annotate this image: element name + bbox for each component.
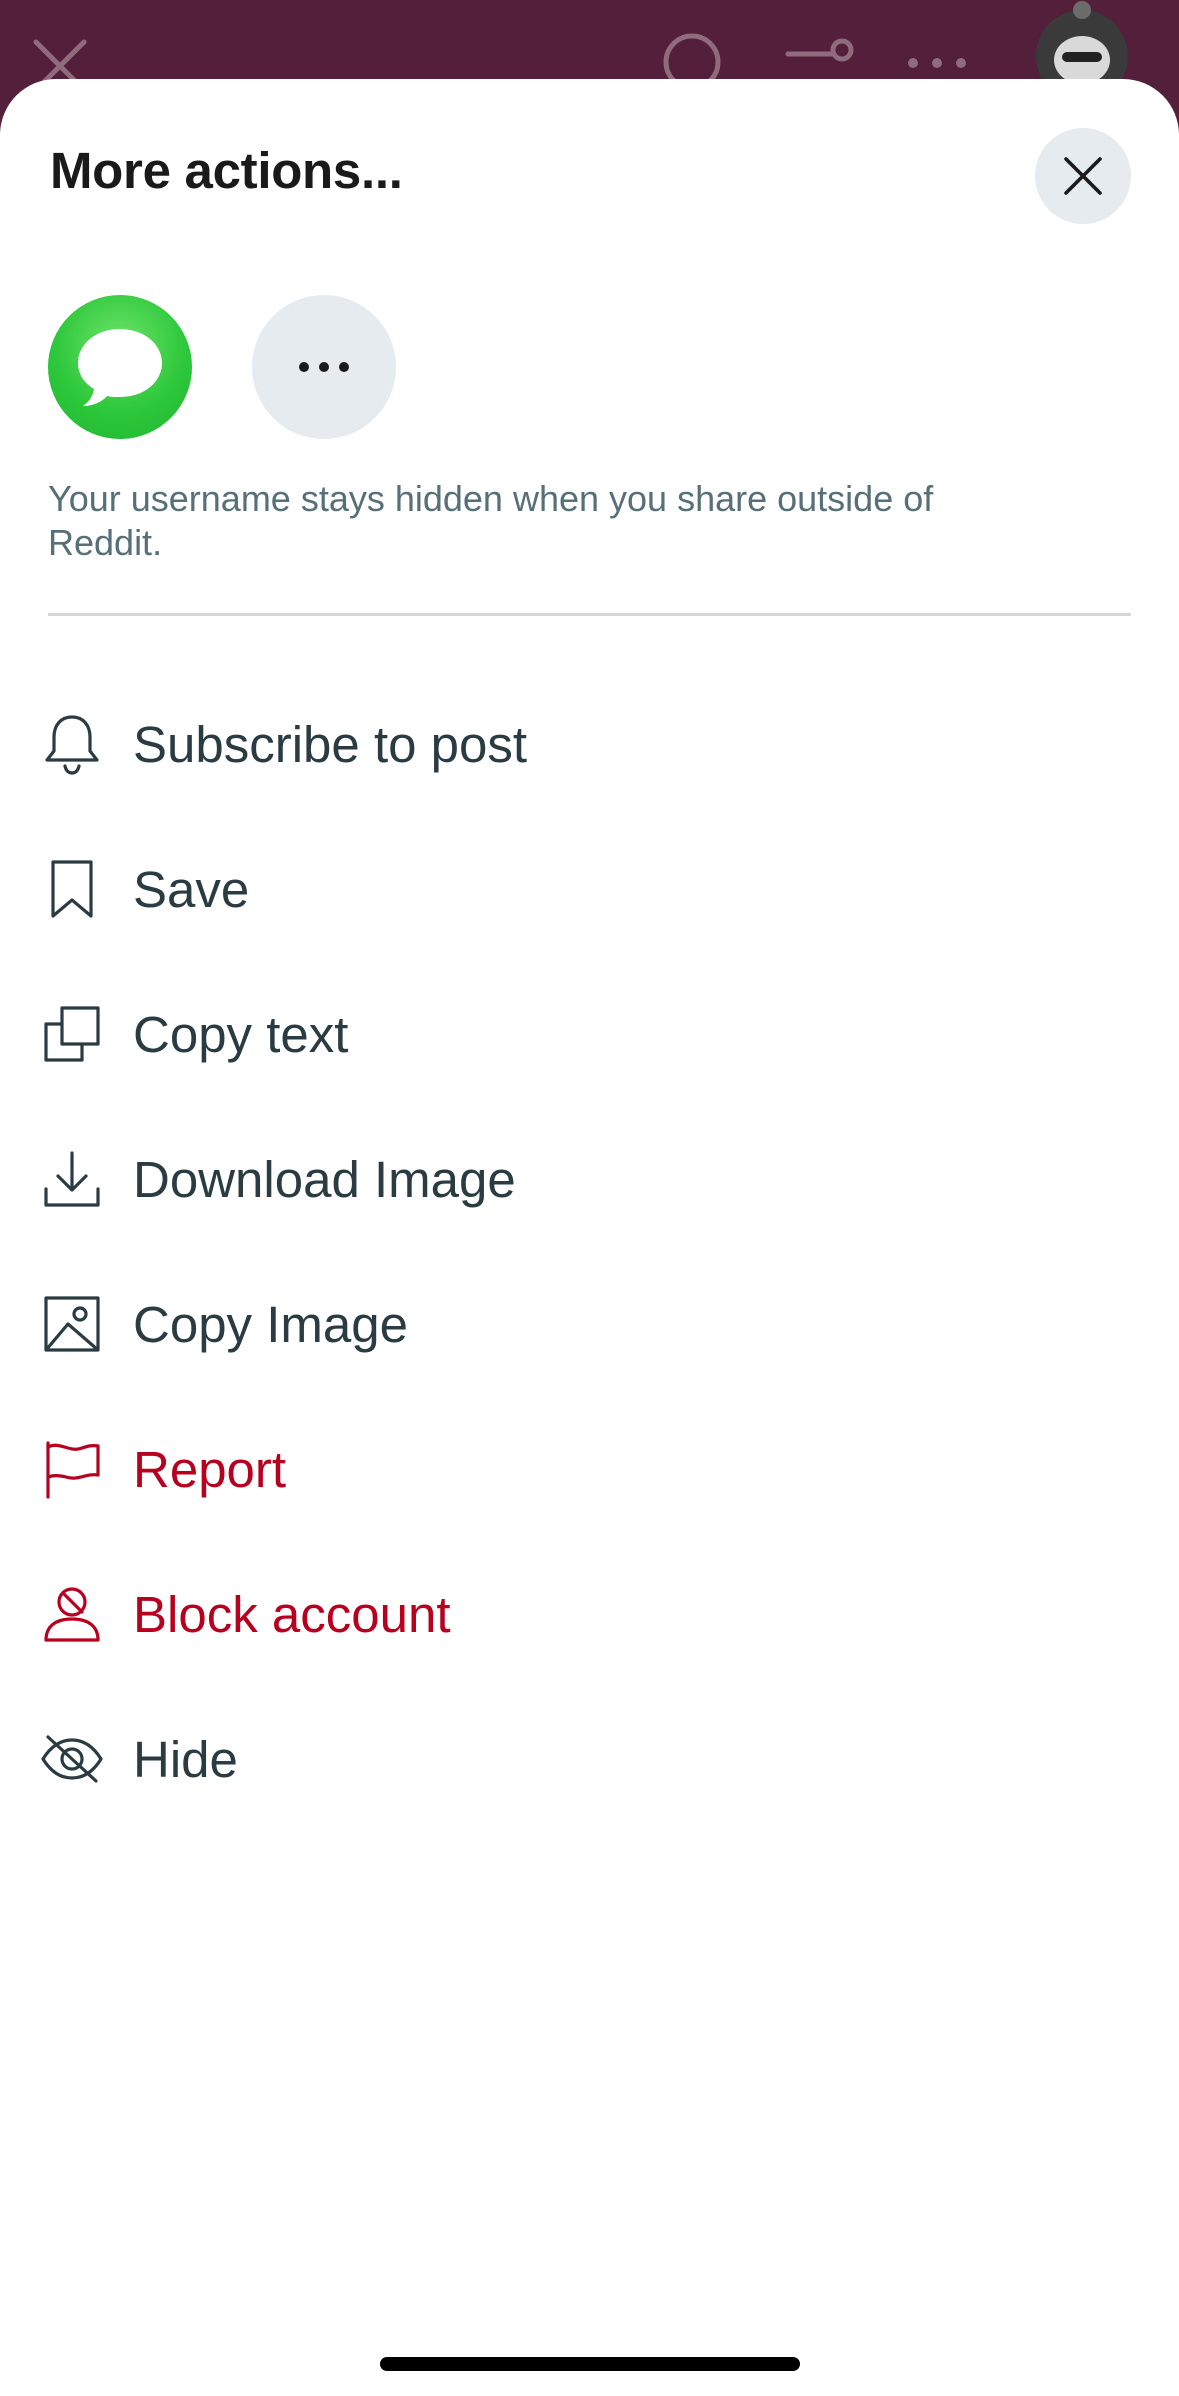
ellipsis-icon bbox=[299, 362, 349, 372]
bell-icon bbox=[40, 712, 104, 776]
menu-item-label: Block account bbox=[133, 1586, 451, 1643]
copy-icon bbox=[40, 1002, 104, 1066]
menu-item-download-image[interactable]: Download Image bbox=[0, 1107, 1179, 1252]
menu-item-save[interactable]: Save bbox=[0, 817, 1179, 962]
image-icon bbox=[40, 1292, 104, 1356]
menu-item-report[interactable]: Report bbox=[0, 1397, 1179, 1542]
menu-item-copy-text[interactable]: Copy text bbox=[0, 962, 1179, 1107]
more-actions-sheet: More actions... Your username stays hidd… bbox=[0, 79, 1179, 2396]
person-icon bbox=[40, 1582, 104, 1646]
home-indicator bbox=[380, 2357, 800, 2371]
privacy-note: Your username stays hidden when you shar… bbox=[48, 478, 934, 563]
flag-icon bbox=[40, 1437, 104, 1501]
menu-item-hide[interactable]: Hide bbox=[0, 1687, 1179, 1832]
more-icon bbox=[908, 58, 966, 68]
download-icon bbox=[40, 1147, 104, 1211]
menu-item-label: Copy Image bbox=[133, 1296, 408, 1353]
share-more-button[interactable] bbox=[252, 295, 396, 439]
sheet-title: More actions... bbox=[50, 142, 403, 199]
close-button[interactable] bbox=[1035, 128, 1131, 224]
menu-item-label: Hide bbox=[133, 1731, 238, 1788]
actions-menu: Subscribe to post Save Copy text Downloa… bbox=[0, 672, 1179, 1832]
menu-item-label: Download Image bbox=[133, 1151, 516, 1208]
message-bubble-icon bbox=[78, 329, 162, 406]
close-icon bbox=[1064, 157, 1102, 195]
eye-off-icon bbox=[40, 1727, 104, 1791]
menu-item-label: Subscribe to post bbox=[133, 716, 528, 773]
sheet-grabber[interactable] bbox=[518, 123, 660, 135]
menu-item-copy-image[interactable]: Copy Image bbox=[0, 1252, 1179, 1397]
menu-item-block-account[interactable]: Block account bbox=[0, 1542, 1179, 1687]
menu-item-label: Report bbox=[133, 1441, 287, 1498]
menu-item-label: Copy text bbox=[133, 1006, 349, 1063]
menu-item-subscribe[interactable]: Subscribe to post bbox=[0, 672, 1179, 817]
menu-item-label: Save bbox=[133, 861, 250, 918]
share-messages-button[interactable] bbox=[48, 295, 192, 439]
divider bbox=[48, 613, 1131, 616]
bookmark-icon bbox=[40, 857, 104, 921]
